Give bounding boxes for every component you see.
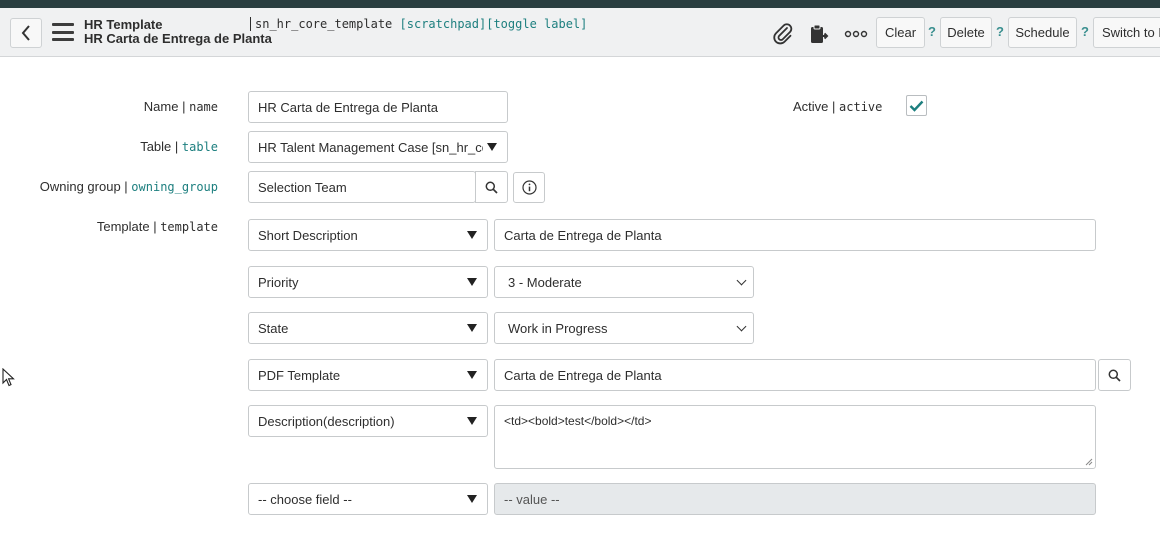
state-value-select[interactable]: Work in Progress <box>494 312 754 344</box>
template-field-label: State <box>258 320 289 336</box>
pdf-template-lookup-button[interactable] <box>1098 359 1131 391</box>
template-field-label: Priority <box>258 274 299 290</box>
pdf-template-value-input[interactable]: Carta de Entrega de Planta <box>494 359 1096 391</box>
clear-help[interactable]: ? <box>928 24 936 39</box>
chevron-down-icon <box>736 321 747 332</box>
mouse-cursor-icon <box>2 368 15 387</box>
template-field-select-choose[interactable]: -- choose field -- <box>248 483 488 515</box>
description-value: <td><bold>test</bold></td> <box>504 414 652 428</box>
hamburger-menu-icon[interactable] <box>52 23 74 41</box>
dropdown-arrow-icon <box>467 371 477 379</box>
owning-group-info-button[interactable] <box>513 172 545 203</box>
dropdown-arrow-icon <box>467 495 477 503</box>
priority-value-select[interactable]: 3 - Moderate <box>494 266 754 298</box>
table-select-value: HR Talent Management Case [sn_hr_co... <box>258 139 483 155</box>
state-value: Work in Progress <box>508 320 608 336</box>
dropdown-arrow-icon <box>467 278 477 286</box>
switch-button[interactable]: Switch to Multi-Value <box>1093 17 1160 48</box>
template-field-select-description[interactable]: Description(description) <box>248 405 488 437</box>
owning-group-label: Owning group | owning_group <box>39 179 218 194</box>
chevron-down-icon <box>736 275 747 286</box>
delete-button[interactable]: Delete <box>940 17 992 48</box>
chevron-left-icon <box>21 25 30 41</box>
choose-value-input: -- value -- <box>494 483 1096 515</box>
dropdown-arrow-icon <box>467 231 477 239</box>
schedule-help[interactable]: ? <box>1081 24 1089 39</box>
name-input[interactable]: HR Carta de Entrega de Planta <box>248 91 508 123</box>
paperclip-icon[interactable] <box>771 22 795 46</box>
table-name: sn_hr_core_template <box>255 17 393 31</box>
table-label: Table | table <box>140 139 218 154</box>
info-icon <box>521 180 537 195</box>
owning-group-lookup-button[interactable] <box>475 171 508 203</box>
template-field-select-state[interactable]: State <box>248 312 488 344</box>
table-select[interactable]: HR Talent Management Case [sn_hr_co... <box>248 131 508 163</box>
template-label: Template | template <box>96 219 218 234</box>
template-field-select-short-description[interactable]: Short Description <box>248 219 488 251</box>
name-label: Name | name <box>143 99 218 114</box>
search-icon <box>1108 369 1121 382</box>
record-name: HR Carta de Entrega de Planta <box>84 31 272 46</box>
description-value-textarea[interactable]: <td><bold>test</bold></td> <box>494 405 1096 469</box>
template-field-select-priority[interactable]: Priority <box>248 266 488 298</box>
toggle-label-link[interactable]: [toggle label] <box>486 17 587 31</box>
schedule-button[interactable]: Schedule <box>1008 17 1077 48</box>
template-field-label: Short Description <box>258 227 358 243</box>
template-field-select-pdf-template[interactable]: PDF Template <box>248 359 488 391</box>
short-description-value-input[interactable]: Carta de Entrega de Planta <box>494 219 1096 251</box>
template-field-label: PDF Template <box>258 367 341 383</box>
search-icon <box>485 181 498 194</box>
back-button[interactable] <box>10 18 42 48</box>
clipboard-icon[interactable] <box>807 22 831 46</box>
record-type: HR Template <box>84 17 163 32</box>
more-options-icon[interactable] <box>844 22 868 46</box>
scratchpad-link[interactable]: [scratchpad] <box>400 17 487 31</box>
dropdown-arrow-icon <box>467 324 477 332</box>
form-header: HR Template HR Carta de Entrega de Plant… <box>0 8 1160 57</box>
template-field-label: Description(description) <box>258 413 395 429</box>
table-info: sn_hr_core_template [scratchpad][toggle … <box>250 17 587 31</box>
priority-value: 3 - Moderate <box>508 274 582 290</box>
delete-help[interactable]: ? <box>996 24 1004 39</box>
clear-button[interactable]: Clear <box>876 17 925 48</box>
template-field-label: -- choose field -- <box>258 491 352 507</box>
checkmark-icon <box>909 100 924 112</box>
active-checkbox[interactable] <box>906 95 927 116</box>
dropdown-arrow-icon <box>487 143 497 151</box>
active-label: Active | active <box>793 99 883 114</box>
owning-group-input[interactable]: Selection Team <box>248 171 476 203</box>
resize-handle-icon[interactable] <box>1085 458 1093 466</box>
top-strip <box>0 0 1160 8</box>
dropdown-arrow-icon <box>467 417 477 425</box>
